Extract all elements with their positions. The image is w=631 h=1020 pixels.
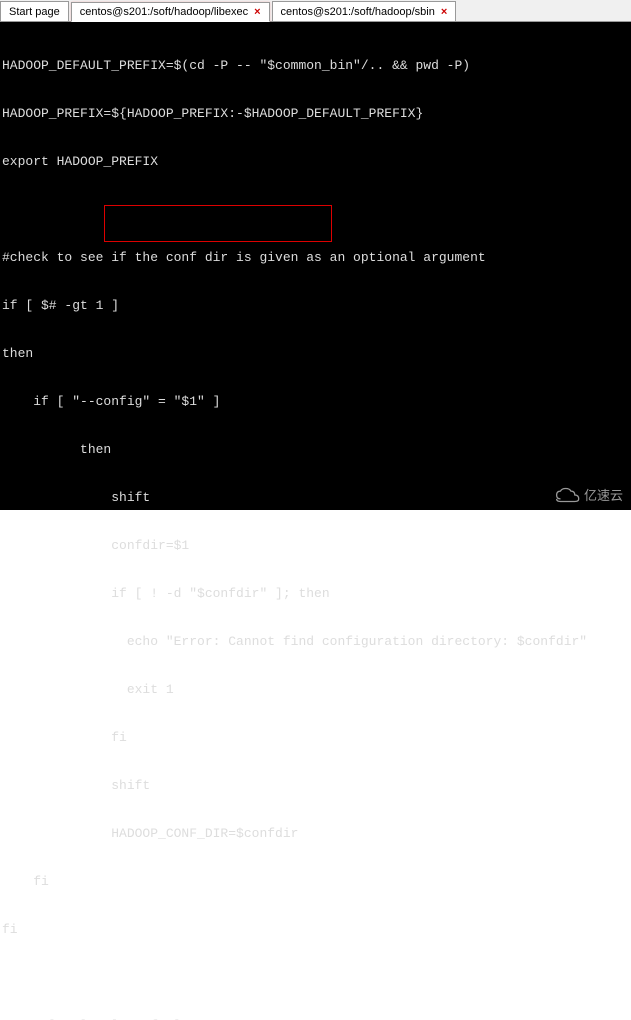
- code-line: confdir=$1: [2, 538, 629, 554]
- tab-libexec[interactable]: centos@s201:/soft/hadoop/libexec ×: [71, 2, 270, 22]
- code-line: if [ $# -gt 1 ]: [2, 298, 629, 314]
- code-line: HADOOP_PREFIX=${HADOOP_PREFIX:-$HADOOP_D…: [2, 106, 629, 122]
- cloud-icon: [554, 487, 580, 503]
- code-line: exit 1: [2, 682, 629, 698]
- code-line: shift: [2, 778, 629, 794]
- tab-label: Start page: [9, 6, 60, 18]
- editor-area[interactable]: HADOOP_DEFAULT_PREFIX=$(cd -P -- "$commo…: [0, 22, 631, 510]
- code-line: [2, 970, 629, 986]
- code-line: then: [2, 442, 629, 458]
- code-line: # Set log level. Default to INFO.: [2, 1018, 629, 1020]
- code-line: if [ ! -d "$confdir" ]; then: [2, 586, 629, 602]
- code-line: fi: [2, 922, 629, 938]
- tab-label: centos@s201:/soft/hadoop/sbin: [281, 6, 435, 18]
- code-line: fi: [2, 730, 629, 746]
- code-line: if [ "--config" = "$1" ]: [2, 394, 629, 410]
- watermark: 亿速云: [554, 485, 623, 504]
- code-line: then: [2, 346, 629, 362]
- tab-sbin[interactable]: centos@s201:/soft/hadoop/sbin ×: [272, 1, 457, 21]
- code-line: echo "Error: Cannot find configuration d…: [2, 634, 629, 650]
- tab-label: centos@s201:/soft/hadoop/libexec: [80, 6, 248, 18]
- close-icon[interactable]: ×: [254, 6, 260, 18]
- code-line: fi: [2, 874, 629, 890]
- tab-start-page[interactable]: Start page: [0, 1, 69, 21]
- code-line: HADOOP_DEFAULT_PREFIX=$(cd -P -- "$commo…: [2, 58, 629, 74]
- code-line: HADOOP_CONF_DIR=$confdir: [2, 826, 629, 842]
- code-line: #check to see if the conf dir is given a…: [2, 250, 629, 266]
- code-line: export HADOOP_PREFIX: [2, 154, 629, 170]
- tab-bar: Start page centos@s201:/soft/hadoop/libe…: [0, 0, 631, 22]
- code-line: [2, 202, 629, 218]
- close-icon[interactable]: ×: [441, 6, 447, 18]
- watermark-text: 亿速云: [584, 485, 623, 504]
- code-line: shift: [2, 490, 629, 506]
